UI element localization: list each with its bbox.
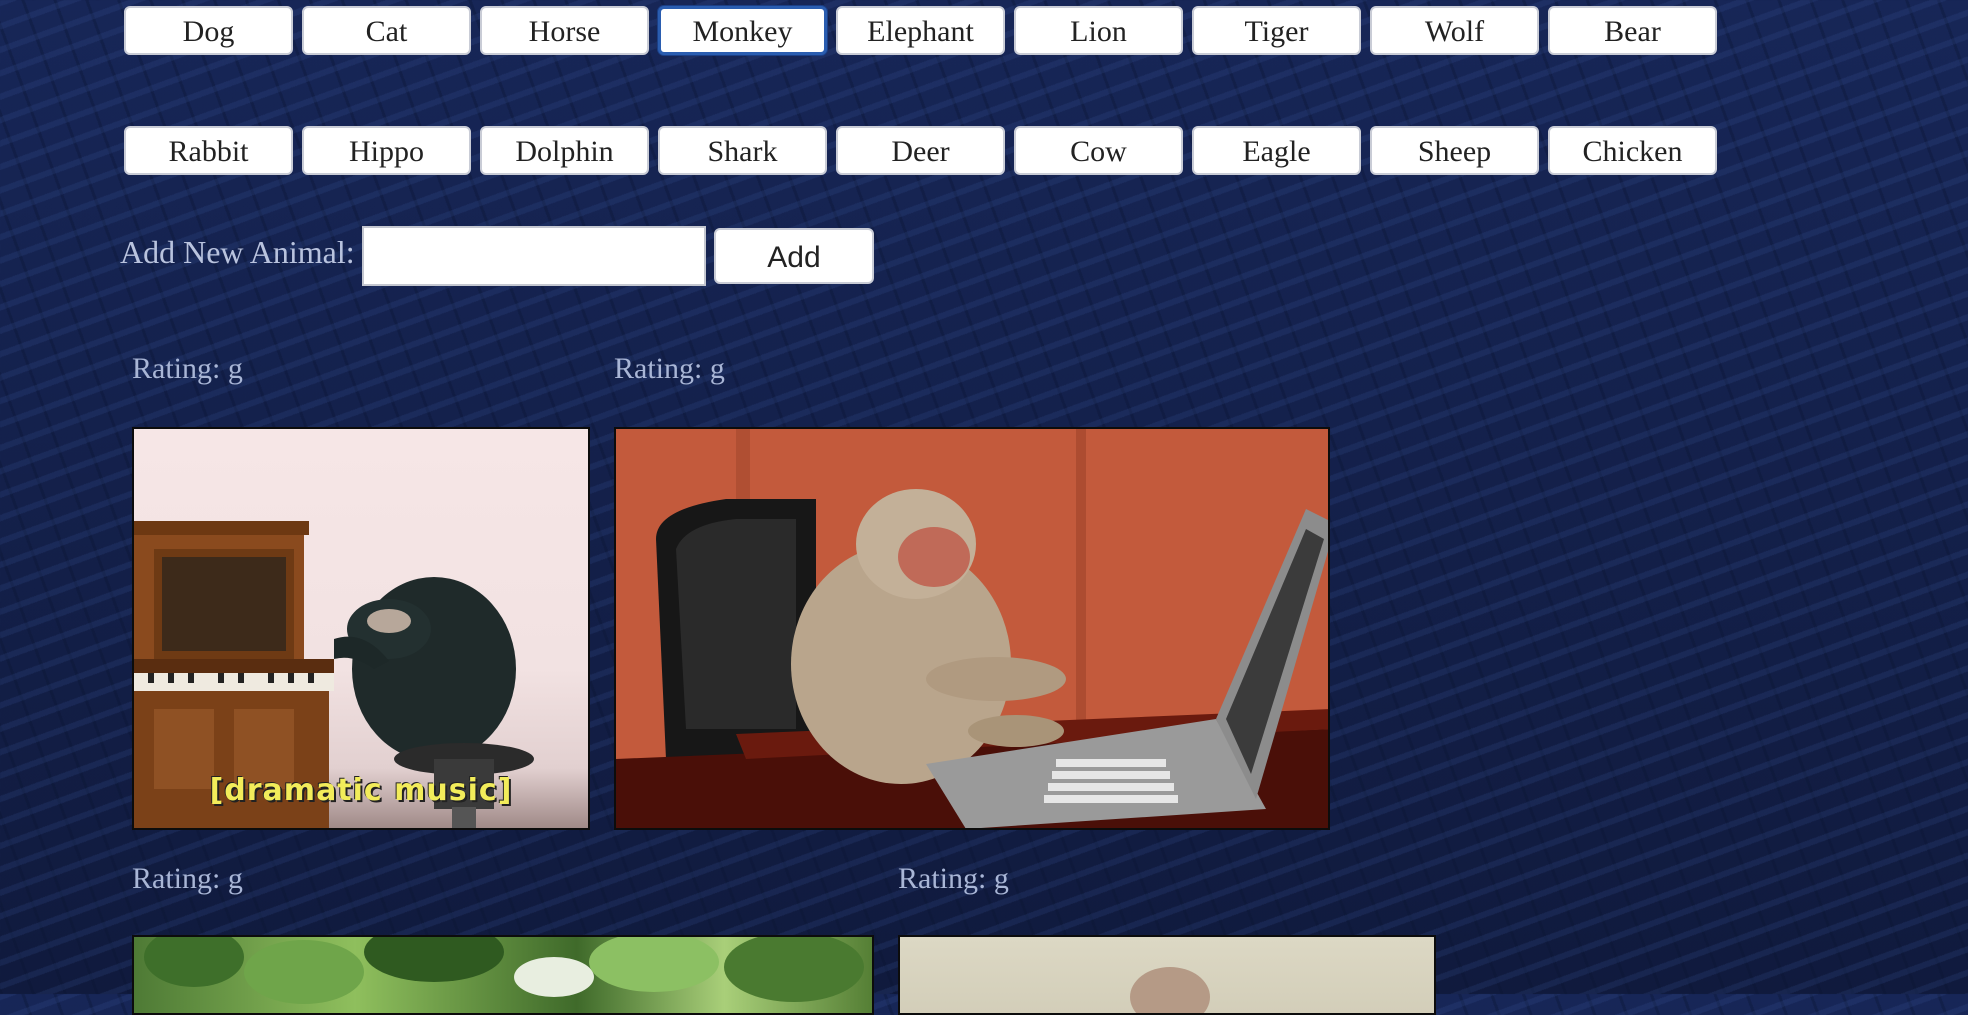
gif-rating: Rating: g [132,862,243,895]
gif-monkey-trees [132,935,874,1015]
animal-button-bear[interactable]: Bear [1548,6,1717,55]
animal-button-shark[interactable]: Shark [658,126,827,175]
gif-4-illustration [1130,967,1210,1013]
animal-button-dolphin[interactable]: Dolphin [480,126,649,175]
piano-chimp-illustration [134,521,534,828]
add-animal-input[interactable] [362,226,706,286]
animal-buttons-row-2: Rabbit Hippo Dolphin Shark Deer Cow Eagl… [124,126,1717,175]
animal-button-hippo[interactable]: Hippo [302,126,471,175]
animal-button-dog[interactable]: Dog [124,6,293,55]
animal-button-elephant[interactable]: Elephant [836,6,1005,55]
gif-monkey-laptop [614,427,1330,830]
add-animal-label: Add New Animal: [120,234,355,270]
animal-button-monkey[interactable]: Monkey [658,6,827,55]
gif-monkey-4 [898,935,1436,1015]
gif-monkey-piano: [dramatic music] [132,427,590,830]
gif-rating: Rating: g [132,352,243,385]
animal-button-tiger[interactable]: Tiger [1192,6,1361,55]
animal-button-cat[interactable]: Cat [302,6,471,55]
animal-button-chicken[interactable]: Chicken [1548,126,1717,175]
laptop-monkey-illustration [616,429,1328,828]
animal-buttons-row-1: Dog Cat Horse Monkey Elephant Lion Tiger… [124,6,1717,55]
animal-button-eagle[interactable]: Eagle [1192,126,1361,175]
animal-button-rabbit[interactable]: Rabbit [124,126,293,175]
gif-caption: [dramatic music] [209,773,513,808]
add-animal-button[interactable]: Add [714,228,874,284]
gif-rating: Rating: g [898,862,1009,895]
animal-button-lion[interactable]: Lion [1014,6,1183,55]
tree-leaves-illustration [144,937,864,1004]
animal-button-sheep[interactable]: Sheep [1370,126,1539,175]
animal-button-wolf[interactable]: Wolf [1370,6,1539,55]
animal-button-horse[interactable]: Horse [480,6,649,55]
animal-button-cow[interactable]: Cow [1014,126,1183,175]
animal-button-deer[interactable]: Deer [836,126,1005,175]
gif-rating: Rating: g [614,352,725,385]
